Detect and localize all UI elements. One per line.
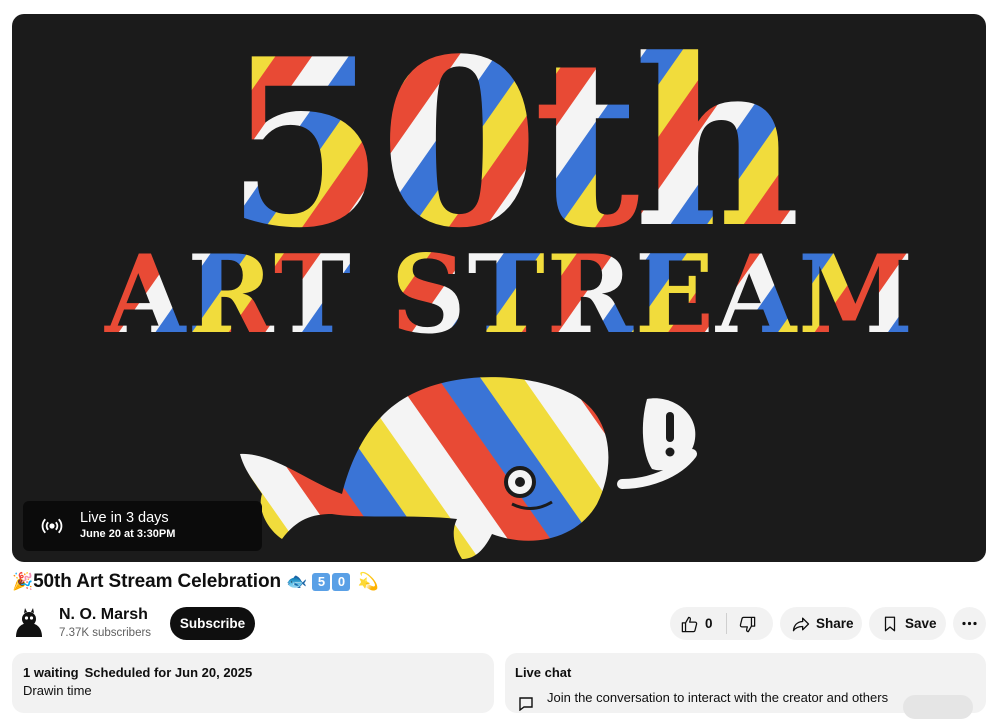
thumbs-down-icon bbox=[739, 616, 756, 633]
thumbs-up-icon bbox=[681, 616, 698, 633]
description-box[interactable]: 1 waiting Scheduled for Jun 20, 2025 Draw… bbox=[12, 653, 494, 713]
like-button[interactable]: 0 bbox=[670, 607, 726, 640]
share-icon bbox=[792, 617, 810, 632]
live-chat-panel: Live chat Join the conversation to inter… bbox=[505, 653, 986, 719]
video-title-text: 50th Art Stream Celebration bbox=[33, 571, 281, 592]
live-chat-header: Live chat bbox=[515, 665, 572, 680]
channel-avatar[interactable] bbox=[12, 606, 46, 640]
like-dislike-group: 0 bbox=[670, 607, 773, 640]
more-actions-button[interactable] bbox=[953, 607, 986, 640]
live-countdown-overlay: Live in 3 days June 20 at 3:30PM bbox=[23, 501, 262, 551]
live-datetime-text: June 20 at 3:30PM bbox=[80, 528, 176, 540]
fish-emoji: 🐟 bbox=[286, 572, 308, 591]
video-title: 🎉50th Art Stream Celebration 🐟 50 💫 bbox=[12, 571, 379, 593]
dislike-button[interactable] bbox=[727, 607, 773, 640]
subscriber-count: 7.37K subscribers bbox=[59, 627, 152, 639]
more-horizontal-icon bbox=[962, 621, 977, 626]
whale-illustration bbox=[240, 377, 697, 559]
live-status-text: Live in 3 days bbox=[80, 510, 169, 526]
save-button[interactable]: Save bbox=[869, 607, 946, 640]
keycap-zero: 0 bbox=[332, 573, 351, 591]
subscribe-button[interactable]: Subscribe bbox=[170, 607, 255, 640]
save-label: Save bbox=[905, 616, 937, 631]
dizzy-emoji: 💫 bbox=[357, 572, 379, 591]
live-chat-action-button[interactable] bbox=[903, 695, 973, 719]
thumbnail-title-art-stream: ART STREAM bbox=[104, 232, 915, 358]
share-button[interactable]: Share bbox=[780, 607, 862, 640]
like-count: 0 bbox=[705, 616, 713, 631]
share-label: Share bbox=[816, 616, 854, 631]
channel-name[interactable]: N. O. Marsh bbox=[59, 606, 148, 624]
keycap-five: 5 bbox=[312, 573, 331, 591]
chat-bubble-icon bbox=[519, 697, 533, 711]
live-chat-prompt: Join the conversation to interact with t… bbox=[547, 690, 889, 705]
waiting-count: 1 waiting bbox=[23, 665, 79, 680]
broadcast-icon bbox=[41, 518, 63, 534]
scheduled-date: Scheduled for Jun 20, 2025 bbox=[84, 665, 253, 680]
description-meta: 1 waiting Scheduled for Jun 20, 2025 bbox=[23, 665, 252, 680]
party-popper-emoji: 🎉 bbox=[12, 572, 34, 591]
thumbnail-artwork: 50th ART STREAM bbox=[104, 14, 915, 559]
description-text: Drawin time bbox=[23, 683, 92, 698]
bookmark-icon bbox=[884, 616, 896, 632]
video-player[interactable]: 50th ART STREAM Live in 3 days June 20 a… bbox=[12, 14, 986, 562]
